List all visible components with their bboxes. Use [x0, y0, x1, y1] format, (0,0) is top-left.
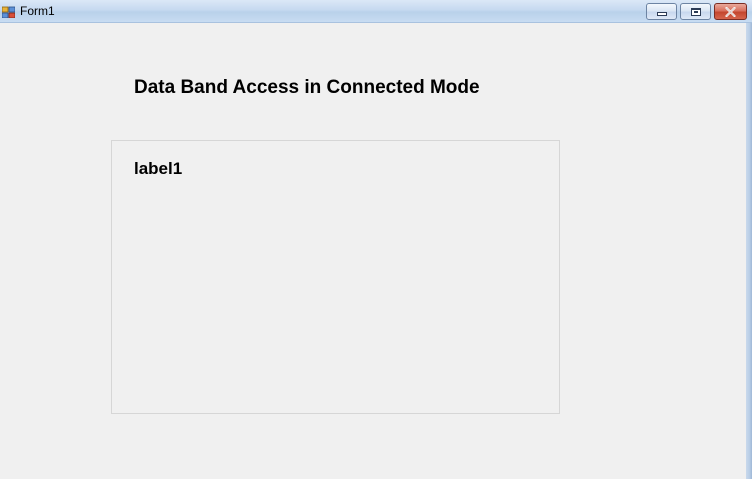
content-panel: label1 [111, 140, 560, 414]
maximize-button[interactable] [680, 3, 711, 20]
form-heading: Data Band Access in Connected Mode [134, 77, 480, 98]
app-icon[interactable] [1, 5, 16, 19]
window-title: Form1 [20, 4, 55, 18]
close-icon [725, 6, 736, 17]
close-button[interactable] [714, 3, 747, 20]
title-bar[interactable]: Form1 [0, 0, 752, 23]
form-client-area: Data Band Access in Connected Mode label… [0, 23, 746, 479]
label1: label1 [134, 159, 183, 178]
form1-window: Form1 Data Band Access in Connected Mode… [0, 0, 752, 479]
minimize-icon [656, 12, 667, 16]
minimize-button[interactable] [646, 3, 677, 20]
maximize-icon [690, 7, 701, 16]
window-right-border[interactable] [746, 23, 752, 479]
